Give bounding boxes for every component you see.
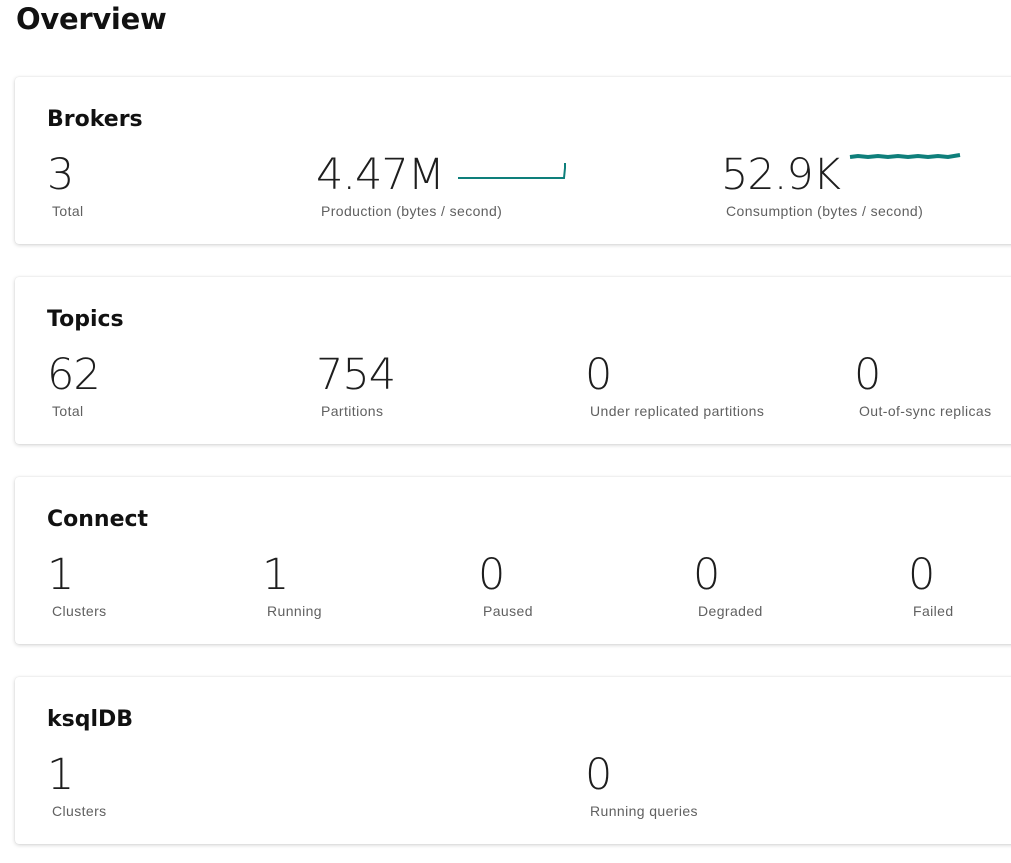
brokers-total-value: 3 [47,150,74,200]
ksqldb-running-queries-value: 0 [585,750,612,800]
connect-failed-value: 0 [908,550,935,600]
topics-out-of-sync-label: Out-of-sync replicas [859,403,992,419]
connect-paused-label: Paused [483,603,533,619]
topics-under-replicated-value: 0 [585,350,612,400]
connect-degraded-value: 0 [693,550,720,600]
topics-total-value: 62 [47,350,101,400]
ksqldb-card[interactable]: ksqlDB 1 Clusters 0 Running queries [15,677,1011,844]
consumption-sparkline-icon [849,153,961,160]
brokers-card[interactable]: Brokers 3 Total 4.47M Production (bytes … [15,77,1011,244]
ksqldb-running-queries-label: Running queries [590,803,698,819]
topics-partitions-metric: 754 Partitions [316,349,396,419]
connect-clusters-metric: 1 Clusters [47,549,107,619]
brokers-consumption-value: 52.9K [721,150,841,200]
topics-partitions-value: 754 [316,350,396,400]
connect-paused-value: 0 [478,550,505,600]
ksqldb-running-queries-metric: 0 Running queries [585,749,698,819]
connect-degraded-label: Degraded [698,603,763,619]
topics-out-of-sync-value: 0 [854,350,881,400]
connect-degraded-metric: 0 Degraded [693,549,763,619]
connect-failed-metric: 0 Failed [908,549,954,619]
brokers-total-metric: 3 Total [47,149,84,219]
connect-clusters-value: 1 [47,550,74,600]
brokers-production-metric[interactable]: 4.47M Production (bytes / second) [316,149,568,219]
topics-card[interactable]: Topics 62 Total 754 Partitions 0 Under r… [15,277,1011,444]
brokers-consumption-label: Consumption (bytes / second) [726,203,924,219]
ksqldb-card-title: ksqlDB [47,707,134,732]
connect-clusters-label: Clusters [52,603,107,619]
topics-partitions-label: Partitions [321,403,384,419]
topics-total-label: Total [52,403,84,419]
connect-running-metric: 1 Running [262,549,322,619]
topics-card-title: Topics [47,307,124,332]
topics-under-replicated-label: Under replicated partitions [590,403,765,419]
connect-paused-metric: 0 Paused [478,549,533,619]
brokers-consumption-metric[interactable]: 52.9K Consumption (bytes / second) [721,149,962,219]
brokers-card-title: Brokers [47,107,143,132]
brokers-production-value: 4.47M [316,150,445,200]
connect-card[interactable]: Connect 1 Clusters 1 Running 0 Paused 0 … [15,477,1011,644]
production-sparkline-icon [457,163,566,179]
connect-failed-label: Failed [913,603,954,619]
connect-running-value: 1 [262,550,289,600]
connect-card-title: Connect [47,507,149,532]
topics-total-metric: 62 Total [47,349,101,419]
connect-running-label: Running [267,603,322,619]
topics-out-of-sync-metric: 0 Out-of-sync replicas [854,349,991,419]
page-title: Overview [16,2,167,36]
ksqldb-clusters-label: Clusters [52,803,107,819]
brokers-total-label: Total [52,203,84,219]
brokers-production-label: Production (bytes / second) [321,203,503,219]
topics-under-replicated-metric: 0 Under replicated partitions [585,349,764,419]
ksqldb-clusters-value: 1 [47,750,74,800]
ksqldb-clusters-metric: 1 Clusters [47,749,107,819]
